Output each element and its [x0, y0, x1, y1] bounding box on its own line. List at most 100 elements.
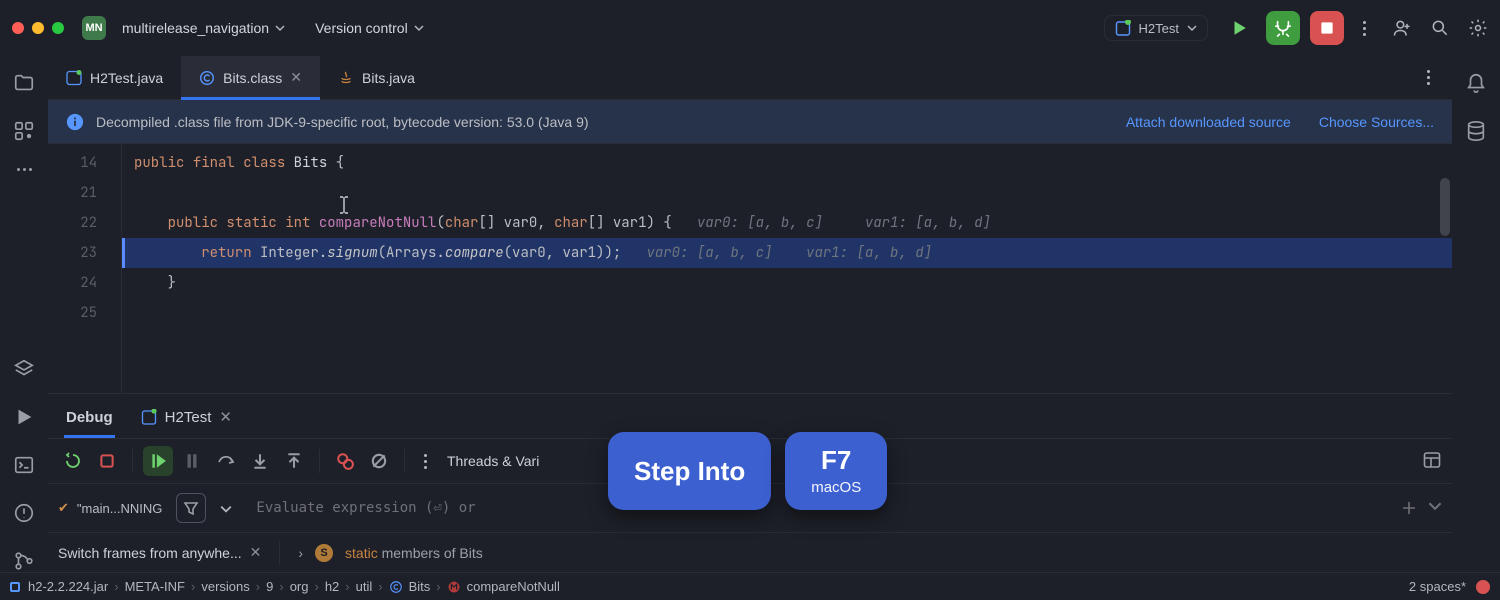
vcs-selector[interactable]: Version control — [309, 16, 430, 40]
add-watch-icon[interactable] — [1400, 499, 1418, 517]
window-controls — [12, 22, 64, 34]
project-tool-icon[interactable] — [13, 72, 35, 94]
code-line-current: return Integer.signum(Arrays.compare(var… — [122, 238, 1452, 268]
structure-tool-icon[interactable] — [13, 120, 35, 142]
stop-button[interactable] — [1310, 11, 1344, 45]
shortcut-pill: F7 macOS — [785, 432, 887, 510]
problems-tool-icon[interactable] — [13, 502, 35, 524]
debug-tab[interactable]: Debug — [64, 399, 115, 438]
code-line — [122, 298, 1452, 328]
crumb[interactable]: h2-2.2.224.jar — [28, 579, 108, 594]
chevron-down-icon[interactable] — [1428, 499, 1442, 513]
run-config-icon — [141, 409, 157, 425]
top-right-tools — [1392, 18, 1488, 38]
zoom-window-icon[interactable] — [52, 22, 64, 34]
notifications-icon[interactable] — [1465, 72, 1487, 94]
more-debug-actions-icon[interactable] — [415, 454, 435, 469]
code-line: } — [122, 268, 1452, 298]
crumb[interactable]: compareNotNull — [467, 579, 560, 594]
services-tool-icon[interactable] — [13, 358, 35, 380]
run-button[interactable] — [1222, 11, 1256, 45]
static-members-label[interactable]: static members of Bits — [345, 545, 483, 561]
chevron-right-icon[interactable]: › — [298, 545, 303, 561]
threads-vars-label: Threads & Vari — [447, 453, 539, 469]
gutter: 14 21 22 23 24 25 — [48, 144, 122, 393]
vcs-tool-icon[interactable] — [13, 550, 35, 572]
tab-bits-class[interactable]: Bits.class ✕ — [181, 56, 320, 99]
more-tools-icon[interactable] — [17, 168, 32, 171]
method-icon — [447, 580, 461, 594]
left-tool-rail — [0, 56, 48, 572]
stop-debug-button[interactable] — [92, 446, 122, 476]
layout-settings-icon[interactable] — [1422, 450, 1442, 470]
code-with-me-icon[interactable] — [1392, 18, 1412, 38]
tab-label: Bits.java — [362, 70, 415, 86]
crumb[interactable]: util — [356, 579, 373, 594]
minimize-window-icon[interactable] — [32, 22, 44, 34]
crumb[interactable]: Bits — [409, 579, 431, 594]
view-breakpoints-button[interactable] — [330, 446, 360, 476]
status-bar: h2-2.2.224.jar› META-INF› versions› 9› o… — [0, 572, 1500, 600]
frames-row: Switch frames from anywhe... ✕ › S stati… — [48, 532, 1452, 572]
resume-button[interactable] — [143, 446, 173, 476]
shortcut-key: F7 — [821, 446, 851, 475]
frames-hint: Switch frames from anywhe... — [58, 545, 242, 561]
crumb[interactable]: org — [290, 579, 309, 594]
check-icon: ✔ — [58, 500, 69, 516]
crumb[interactable]: h2 — [325, 579, 339, 594]
debug-session-label: H2Test — [165, 409, 212, 426]
mute-breakpoints-button[interactable] — [364, 446, 394, 476]
debug-session-tab[interactable]: H2Test ✕ — [139, 398, 234, 438]
class-icon — [389, 580, 403, 594]
step-into-button[interactable] — [245, 446, 275, 476]
shortcut-overlay: Step Into F7 macOS — [608, 432, 887, 510]
editor[interactable]: 14 21 22 23 24 25 public final class Bit… — [48, 144, 1452, 393]
attach-source-link[interactable]: Attach downloaded source — [1126, 114, 1291, 130]
decompiled-banner: Decompiled .class file from JDK-9-specif… — [48, 100, 1452, 144]
project-selector[interactable]: multirelease_navigation — [116, 16, 291, 40]
run-tool-icon[interactable] — [13, 406, 35, 428]
title-bar: MN multirelease_navigation Version contr… — [0, 0, 1500, 56]
tab-h2test[interactable]: H2Test.java — [48, 56, 181, 99]
error-indicator-icon[interactable] — [1476, 580, 1490, 594]
crumb[interactable]: versions — [201, 579, 249, 594]
close-window-icon[interactable] — [12, 22, 24, 34]
line-number: 25 — [48, 298, 97, 328]
chevron-down-icon[interactable] — [220, 503, 230, 513]
thread-selector[interactable]: ✔ "main...NNING — [58, 500, 162, 516]
crumb[interactable]: 9 — [266, 579, 273, 594]
right-tool-rail — [1452, 56, 1500, 572]
action-name: Step Into — [634, 457, 745, 486]
step-out-button[interactable] — [279, 446, 309, 476]
code-area[interactable]: public final class Bits { public static … — [122, 144, 1452, 393]
search-icon[interactable] — [1430, 18, 1450, 38]
tab-bits-java[interactable]: Bits.java — [320, 56, 433, 99]
more-actions-icon[interactable] — [1354, 21, 1374, 36]
indent-status[interactable]: 2 spaces* — [1409, 579, 1466, 594]
filter-button[interactable] — [176, 493, 206, 523]
status-indicator-icon[interactable] — [10, 582, 20, 592]
database-tool-icon[interactable] — [1465, 120, 1487, 142]
rerun-button[interactable] — [58, 446, 88, 476]
line-number: 21 — [48, 178, 97, 208]
scrollbar-thumb[interactable] — [1440, 178, 1450, 236]
debug-button[interactable] — [1266, 11, 1300, 45]
tab-more-icon[interactable] — [1418, 70, 1438, 85]
close-tab-icon[interactable]: ✕ — [290, 69, 302, 86]
close-hint-icon[interactable]: ✕ — [250, 544, 262, 561]
line-number: 22 — [48, 208, 97, 238]
pause-button[interactable] — [177, 446, 207, 476]
run-config-selector[interactable]: H2Test — [1104, 15, 1208, 41]
banner-text: Decompiled .class file from JDK-9-specif… — [96, 114, 589, 130]
step-over-button[interactable] — [211, 446, 241, 476]
shortcut-os: macOS — [811, 479, 861, 496]
project-badge[interactable]: MN — [82, 16, 106, 40]
crumb[interactable]: META-INF — [125, 579, 185, 594]
class-file-icon — [199, 70, 215, 86]
info-icon — [66, 113, 84, 131]
settings-icon[interactable] — [1468, 18, 1488, 38]
close-icon[interactable]: ✕ — [219, 408, 232, 426]
choose-sources-link[interactable]: Choose Sources... — [1319, 114, 1434, 130]
terminal-tool-icon[interactable] — [13, 454, 35, 476]
breadcrumbs[interactable]: h2-2.2.224.jar› META-INF› versions› 9› o… — [28, 579, 560, 594]
